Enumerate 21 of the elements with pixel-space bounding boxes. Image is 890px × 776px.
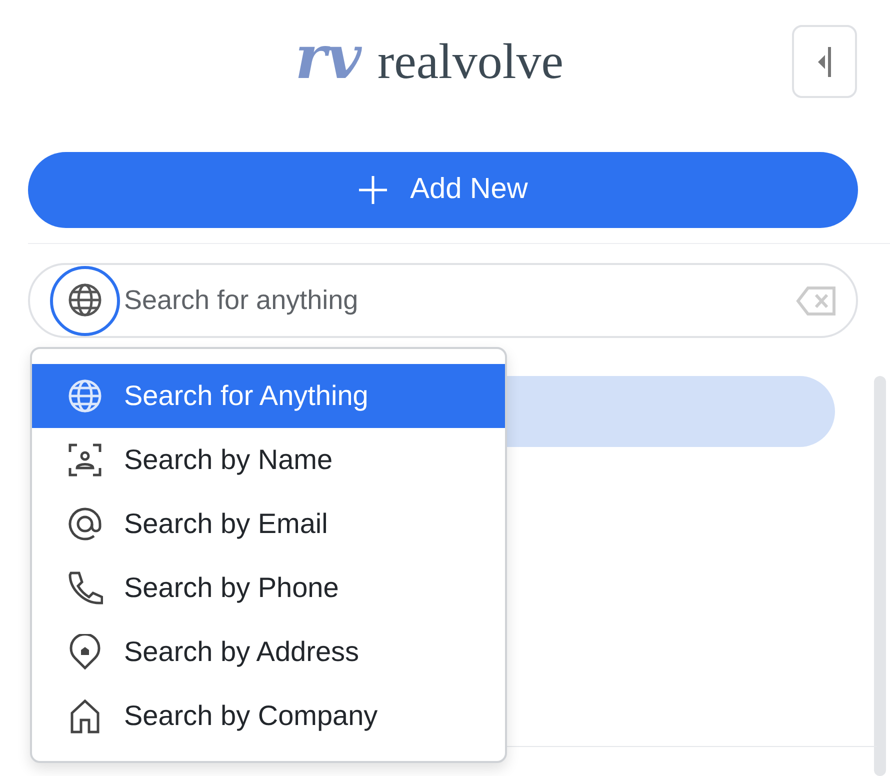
collapse-sidebar-button[interactable] bbox=[792, 25, 857, 98]
search-mode-option[interactable]: Search by Name bbox=[32, 428, 505, 492]
phone-icon bbox=[67, 570, 103, 606]
collapse-icon bbox=[818, 46, 832, 76]
search-mode-option[interactable]: Search for Anything bbox=[32, 364, 505, 428]
search-mode-option[interactable]: Search by Address bbox=[32, 620, 505, 684]
person-frame-icon bbox=[67, 442, 103, 478]
logo-mark: rv bbox=[295, 28, 363, 88]
globe-icon bbox=[67, 282, 103, 319]
search-mode-option[interactable]: Search by Phone bbox=[32, 556, 505, 620]
search-field[interactable]: Search for anything bbox=[28, 263, 858, 338]
add-new-button[interactable]: Add New bbox=[28, 152, 858, 228]
logo-text: realvolve bbox=[377, 36, 564, 86]
location-pin-icon bbox=[67, 634, 103, 670]
globe-icon bbox=[67, 378, 103, 414]
plus-icon bbox=[358, 175, 388, 205]
search-mode-button[interactable] bbox=[50, 266, 120, 336]
search-mode-option[interactable]: Search by Email bbox=[32, 492, 505, 556]
search-field[interactable]: Search for anything bbox=[122, 279, 796, 322]
search-mode-option[interactable]: Search by Company bbox=[32, 684, 505, 748]
at-sign-icon bbox=[67, 506, 103, 542]
